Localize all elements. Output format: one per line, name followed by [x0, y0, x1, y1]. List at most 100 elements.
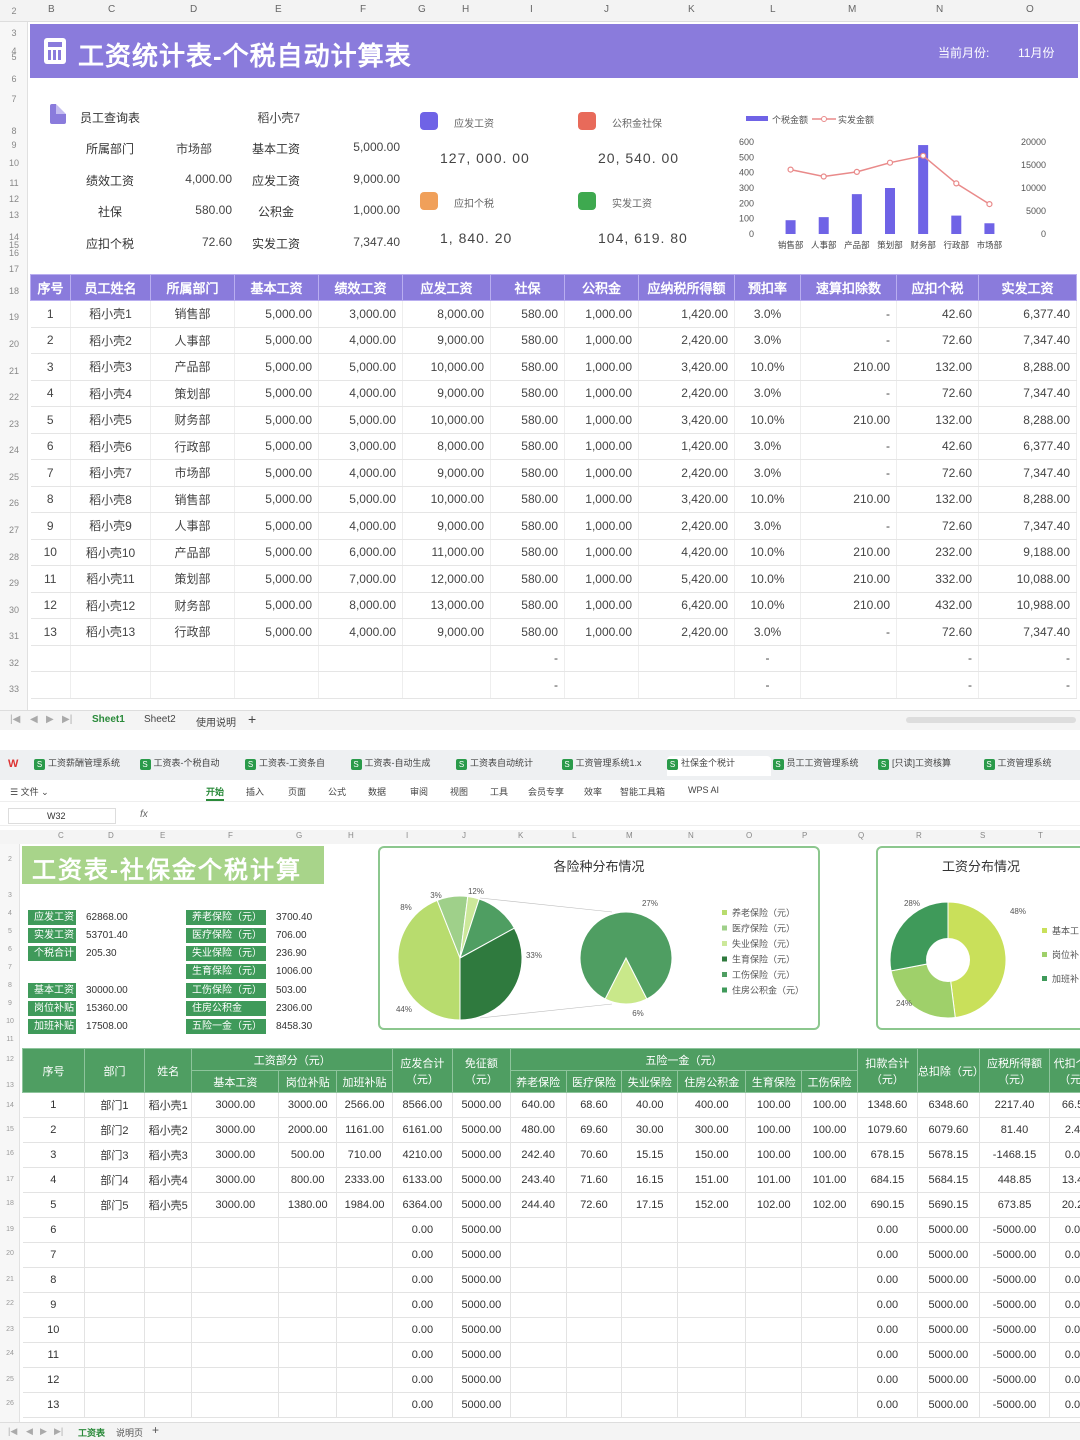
table-cell[interactable] — [801, 1292, 858, 1318]
menu-item[interactable]: 页面 — [288, 785, 306, 798]
table-cell[interactable]: 9 — [30, 512, 71, 540]
table-cell[interactable] — [801, 1242, 858, 1268]
table-cell[interactable]: 10,000.00 — [402, 486, 491, 513]
table-cell[interactable]: 678.15 — [857, 1142, 918, 1168]
table-cell[interactable]: 9 — [22, 1292, 85, 1318]
table-cell[interactable]: 72.60 — [896, 380, 979, 407]
table-cell[interactable] — [278, 1367, 338, 1393]
month-value[interactable]: 11月份 — [1018, 44, 1054, 61]
table-subheader[interactable]: 生育保险 — [745, 1070, 803, 1093]
table-cell[interactable]: 5,000.00 — [234, 592, 319, 619]
table-cell[interactable]: 10,988.00 — [978, 592, 1077, 619]
table-cell[interactable]: 0.00 — [392, 1342, 453, 1368]
table-cell[interactable] — [677, 1242, 747, 1268]
table-cell[interactable]: 0.00 — [857, 1342, 918, 1368]
table-cell[interactable] — [336, 1317, 393, 1343]
table-cell[interactable]: 2,420.00 — [638, 380, 735, 407]
table-cell[interactable]: 580.00 — [490, 512, 565, 540]
table-cell[interactable]: -5000.00 — [979, 1292, 1051, 1318]
table-cell[interactable]: 243.40 — [510, 1167, 567, 1193]
table-cell[interactable]: 13 — [30, 618, 71, 646]
table-cell[interactable]: 72.60 — [896, 327, 979, 354]
table-cell[interactable]: 2217.40 — [979, 1092, 1051, 1118]
tab-usage[interactable]: 使用说明 — [196, 714, 236, 729]
table-cell[interactable] — [84, 1392, 145, 1418]
row-number[interactable]: 20 — [0, 339, 28, 349]
table-cell[interactable]: 稻小壳2 — [70, 327, 151, 354]
table-cell[interactable]: 3000.00 — [278, 1092, 338, 1118]
table-cell[interactable] — [638, 671, 735, 699]
tab-salary[interactable]: 工资表 — [78, 1426, 105, 1439]
table-cell[interactable]: 稻小壳3 — [70, 353, 151, 381]
column-letter[interactable]: J — [462, 831, 466, 840]
table-cell[interactable]: 5000.00 — [452, 1167, 511, 1193]
table-cell[interactable]: -5000.00 — [979, 1367, 1051, 1393]
table-cell[interactable]: 640.00 — [510, 1092, 567, 1118]
column-letter[interactable]: R — [916, 831, 922, 840]
column-letter[interactable]: L — [572, 831, 576, 840]
table-cell[interactable]: 7 — [22, 1242, 85, 1268]
table-cell[interactable]: 5000.00 — [452, 1217, 511, 1243]
document-tab[interactable]: S [只读]工资核算 — [878, 756, 982, 776]
table-cell[interactable]: 210.00 — [800, 539, 897, 566]
row-number[interactable]: 5 — [0, 52, 28, 62]
table-cell[interactable]: 6133.00 — [392, 1167, 453, 1193]
table-cell[interactable]: 5684.15 — [917, 1167, 980, 1193]
table-cell[interactable]: 0.00 — [392, 1317, 453, 1343]
row-number[interactable]: 19 — [0, 312, 28, 322]
column-letter[interactable]: K — [518, 831, 523, 840]
table-cell[interactable] — [745, 1392, 803, 1418]
table-cell[interactable] — [278, 1392, 338, 1418]
table-cell[interactable]: 40.00 — [621, 1092, 679, 1118]
column-letter[interactable]: H — [348, 831, 354, 840]
table-subheader[interactable]: 工伤保险 — [801, 1070, 858, 1093]
table-cell[interactable] — [510, 1392, 567, 1418]
bar-tax[interactable] — [984, 223, 995, 234]
table-cell[interactable]: 部门4 — [84, 1167, 145, 1193]
table-header[interactable]: 免征额（元） — [451, 1048, 511, 1093]
table-cell[interactable]: 5000.00 — [452, 1142, 511, 1168]
table-cell[interactable]: 244.40 — [510, 1192, 567, 1218]
table-cell[interactable] — [30, 645, 71, 672]
table-cell[interactable]: 5,000.00 — [234, 459, 319, 487]
column-letter[interactable]: N — [688, 831, 694, 840]
row-number[interactable]: 2 — [0, 6, 28, 16]
table-cell[interactable] — [801, 1392, 858, 1418]
table-cell[interactable]: - — [978, 645, 1077, 672]
table-cell[interactable]: 580.00 — [490, 380, 565, 407]
table-cell[interactable] — [510, 1267, 567, 1293]
table-cell[interactable]: 稻小壳9 — [70, 512, 151, 540]
table-cell[interactable]: 0.00 — [1049, 1142, 1080, 1168]
table-cell[interactable]: 5000.00 — [452, 1092, 511, 1118]
menu-item[interactable]: 会员专享 — [528, 785, 564, 798]
table-cell[interactable]: 3,420.00 — [638, 406, 735, 434]
table-cell[interactable]: -5000.00 — [979, 1217, 1051, 1243]
table-cell[interactable]: 3 — [22, 1142, 85, 1168]
table-cell[interactable]: 稻小壳13 — [70, 618, 151, 646]
table-header[interactable]: 实发工资 — [978, 274, 1077, 301]
table-cell[interactable]: 1,420.00 — [638, 300, 735, 328]
table-cell[interactable] — [84, 1317, 145, 1343]
table-cell[interactable]: 策划部 — [150, 380, 235, 407]
table-cell[interactable] — [566, 1317, 623, 1343]
table-cell[interactable]: 69.60 — [566, 1117, 623, 1143]
row-number[interactable]: 14 — [0, 1102, 20, 1109]
row-number[interactable]: 10 — [0, 158, 28, 168]
first-sheet-icon[interactable]: |◀ — [8, 1426, 17, 1437]
table-cell[interactable]: 5,420.00 — [638, 565, 735, 593]
table-header[interactable]: 基本工资 — [234, 274, 319, 301]
table-cell[interactable] — [234, 671, 319, 699]
table-cell[interactable]: 100.00 — [801, 1092, 858, 1118]
column-letter[interactable]: D — [190, 4, 197, 15]
table-cell[interactable]: 400.00 — [677, 1092, 747, 1118]
table-cell[interactable] — [564, 645, 639, 672]
table-cell[interactable]: 10.0% — [734, 486, 801, 513]
table-cell[interactable]: 1348.60 — [857, 1092, 918, 1118]
table-cell[interactable] — [144, 1267, 193, 1293]
table-cell[interactable]: 0.00 — [392, 1367, 453, 1393]
table-cell[interactable] — [566, 1242, 623, 1268]
row-number[interactable]: 9 — [0, 140, 28, 150]
table-cell[interactable] — [745, 1342, 803, 1368]
menu-item[interactable]: 开始 — [206, 785, 225, 801]
table-cell[interactable] — [566, 1217, 623, 1243]
